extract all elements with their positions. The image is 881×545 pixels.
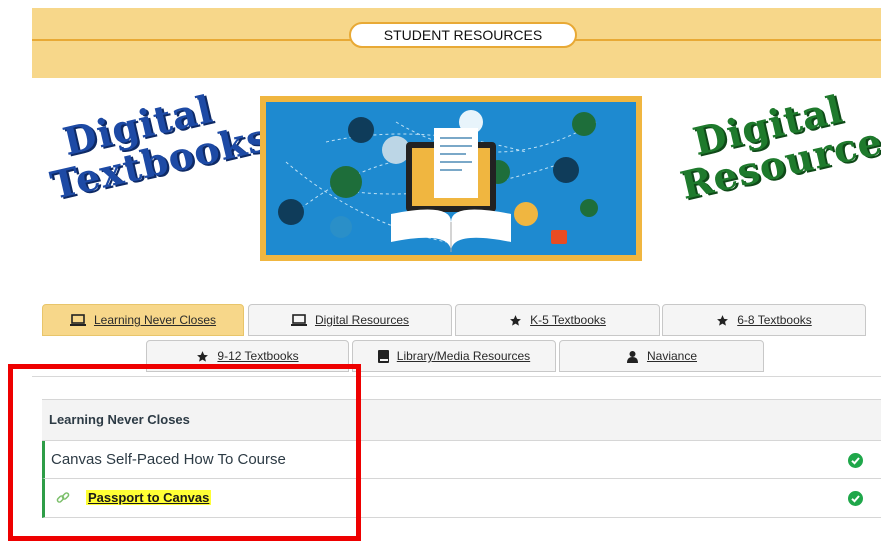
tab-digital-resources[interactable]: Digital Resources — [248, 304, 452, 336]
module-item-link[interactable]: Passport to Canvas — [42, 479, 881, 518]
passport-to-canvas-link[interactable]: Passport to Canvas — [86, 490, 212, 505]
link-icon — [56, 492, 70, 503]
star-icon — [717, 314, 729, 326]
completed-check-icon — [848, 453, 863, 468]
tab-library-media-resources[interactable]: Library/Media Resources — [352, 340, 556, 372]
laptop-icon — [290, 314, 307, 326]
tab-label: 6-8 Textbooks — [737, 313, 812, 327]
book-icon — [377, 349, 389, 363]
user-icon — [626, 350, 638, 363]
tab-label: Digital Resources — [314, 313, 410, 327]
tab-label: K-5 Textbooks — [530, 313, 606, 327]
module-header[interactable]: Learning Never Closes — [42, 399, 881, 441]
tab-label: 9-12 Textbooks — [217, 349, 299, 363]
tab-6-8-textbooks[interactable]: 6-8 Textbooks — [662, 304, 866, 336]
student-resources-button[interactable]: STUDENT RESOURCES — [349, 22, 577, 48]
star-icon — [197, 350, 209, 362]
star-icon — [510, 314, 521, 326]
module-item-subheader: Canvas Self-Paced How To Course — [42, 441, 881, 479]
tab-learning-never-closes[interactable]: Learning Never Closes — [42, 304, 244, 336]
laptop-icon — [69, 314, 86, 326]
tab-naviance[interactable]: Naviance — [559, 340, 764, 372]
digital-resources-text: Digital Resources — [668, 77, 881, 208]
hero-illustration — [266, 102, 636, 255]
tab-label: Learning Never Closes — [93, 313, 217, 327]
tab-label: Library/Media Resources — [396, 349, 531, 363]
tab-9-12-textbooks[interactable]: 9-12 Textbooks — [146, 340, 349, 372]
tab-k5-textbooks[interactable]: K-5 Textbooks — [455, 304, 660, 336]
completed-check-icon — [848, 491, 863, 506]
laptop-book-illustration — [391, 128, 511, 252]
tab-label: Naviance — [646, 349, 698, 363]
education-illustration — [278, 110, 598, 252]
digital-textbooks-text: Digital Textbooks — [38, 78, 273, 208]
hero-image — [260, 96, 642, 261]
subheader-title: Canvas Self-Paced How To Course — [51, 451, 286, 468]
